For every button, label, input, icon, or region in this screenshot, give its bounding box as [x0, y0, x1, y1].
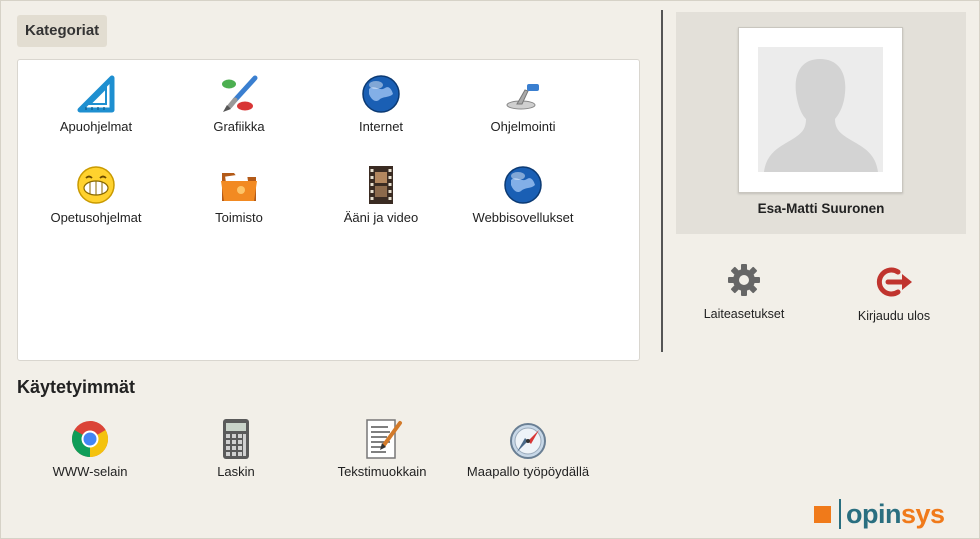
logout-icon — [876, 267, 912, 297]
text-editor-icon — [366, 419, 402, 459]
categories-title: Kategoriat — [17, 15, 108, 47]
film-strip-icon — [369, 166, 393, 204]
avatar-silhouette-icon — [758, 47, 883, 172]
avatar — [738, 27, 903, 193]
category-label: Ääni ja video — [343, 210, 419, 225]
category-ohjelmointi[interactable]: Ohjelmointi — [448, 72, 598, 134]
category-aani-ja-video[interactable]: Ääni ja video — [306, 163, 456, 225]
category-opetusohjelmat[interactable]: Opetusohjelmat — [21, 163, 171, 225]
category-grafiikka[interactable]: Grafiikka — [164, 72, 314, 134]
category-internet[interactable]: Internet — [306, 72, 456, 134]
toolbox-icon — [506, 84, 539, 110]
logo-square-icon — [814, 505, 831, 523]
folder-icon — [221, 173, 257, 201]
gear-icon — [728, 264, 760, 296]
categories-panel: Apuohjelmat Grafiikka Internet Ohjelmoin… — [17, 59, 640, 361]
user-profile-panel: Esa-Matti Suuronen — [676, 12, 966, 234]
recent-maapallo-tyopoydalla[interactable]: Maapallo työpöydällä — [453, 417, 603, 479]
logo-text-opin: opin — [846, 499, 901, 529]
category-label: Toimisto — [215, 210, 263, 225]
device-settings-button[interactable]: Laiteasetukset — [689, 262, 799, 321]
user-name: Esa-Matti Suuronen — [757, 201, 885, 216]
recent-www-selain[interactable]: WWW-selain — [15, 417, 165, 479]
device-settings-label: Laiteasetukset — [703, 307, 785, 321]
chrome-icon — [71, 421, 109, 457]
recent-label: Laskin — [217, 464, 255, 479]
category-label: Internet — [358, 119, 404, 134]
most-used-title: Käytetyimmät — [17, 377, 136, 397]
category-apuohjelmat[interactable]: Apuohjelmat — [21, 72, 171, 134]
paint-brush-icon — [222, 75, 258, 112]
category-label: Grafiikka — [213, 119, 265, 134]
recent-tekstimuokkain[interactable]: Tekstimuokkain — [307, 417, 457, 479]
vertical-divider — [661, 10, 663, 352]
globe-icon — [362, 75, 400, 113]
recent-label: Maapallo työpöydällä — [466, 464, 590, 479]
category-toimisto[interactable]: Toimisto — [164, 163, 314, 225]
recent-label: Tekstimuokkain — [337, 464, 427, 479]
logout-label: Kirjaudu ulos — [857, 309, 931, 323]
logo-bar — [839, 499, 841, 529]
category-label: Opetusohjelmat — [50, 210, 142, 225]
logout-button[interactable]: Kirjaudu ulos — [839, 264, 949, 323]
recent-laskin[interactable]: Laskin — [161, 417, 311, 479]
category-label: Apuohjelmat — [59, 119, 133, 134]
globe-icon — [504, 166, 542, 204]
category-label: Webbisovellukset — [472, 210, 574, 225]
set-square-icon — [77, 75, 115, 113]
logo-text-sys: sys — [900, 499, 945, 529]
category-webbisovellukset[interactable]: Webbisovellukset — [448, 163, 598, 225]
category-label: Ohjelmointi — [490, 119, 556, 134]
opinsys-logo: opinsys — [814, 499, 945, 529]
calculator-icon — [223, 419, 249, 459]
smiley-icon — [77, 166, 115, 204]
compass-icon — [510, 423, 546, 459]
recent-label: WWW-selain — [52, 464, 128, 479]
